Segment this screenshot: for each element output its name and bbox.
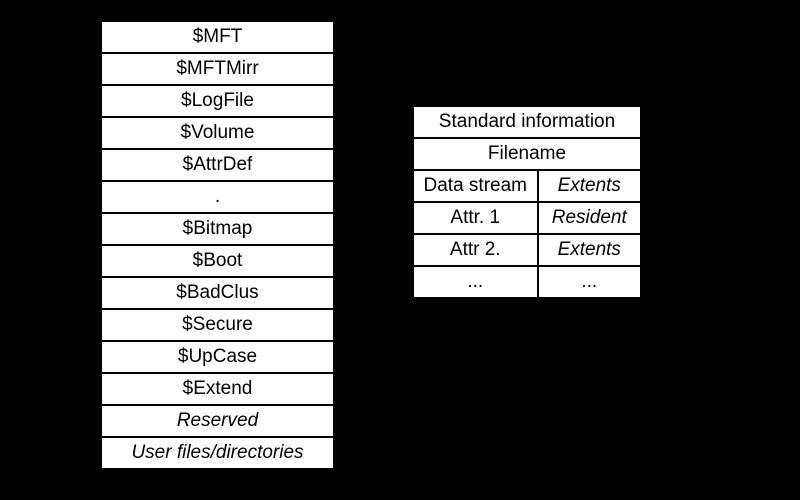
- attribute-name: Data stream: [412, 169, 539, 203]
- mft-entry: $Extend: [100, 372, 335, 406]
- attribute-location: Extents: [539, 233, 643, 267]
- mft-entry-reserved: Reserved: [100, 404, 335, 438]
- record-header-filename: Filename: [412, 137, 642, 171]
- record-attribute-row: Attr 2. Extents: [412, 233, 642, 267]
- attribute-name: ...: [412, 265, 539, 299]
- mft-entry: $AttrDef: [100, 148, 335, 182]
- mft-entry-userfiles: User files/directories: [100, 436, 335, 470]
- mft-entry: $UpCase: [100, 340, 335, 374]
- mft-entry: .: [100, 180, 335, 214]
- attribute-name: Attr 2.: [412, 233, 539, 267]
- record-attribute-row: ... ...: [412, 265, 642, 299]
- attribute-location: Extents: [539, 169, 643, 203]
- attribute-location: Resident: [539, 201, 643, 235]
- mft-entries-table: $MFT $MFTMirr $LogFile $Volume $AttrDef …: [100, 20, 335, 470]
- mft-entry: $Boot: [100, 244, 335, 278]
- record-attribute-row: Data stream Extents: [412, 169, 642, 203]
- mft-entry: $Secure: [100, 308, 335, 342]
- mft-entry: $Bitmap: [100, 212, 335, 246]
- mft-entry: $MFTMirr: [100, 52, 335, 86]
- mft-entry: $MFT: [100, 20, 335, 54]
- attribute-location: ...: [539, 265, 643, 299]
- record-header-stdinfo: Standard information: [412, 105, 642, 139]
- record-attribute-row: Attr. 1 Resident: [412, 201, 642, 235]
- mft-entry: $BadClus: [100, 276, 335, 310]
- mft-entry: $LogFile: [100, 84, 335, 118]
- attribute-name: Attr. 1: [412, 201, 539, 235]
- file-record-table: Standard information Filename Data strea…: [412, 105, 642, 299]
- mft-entry: $Volume: [100, 116, 335, 150]
